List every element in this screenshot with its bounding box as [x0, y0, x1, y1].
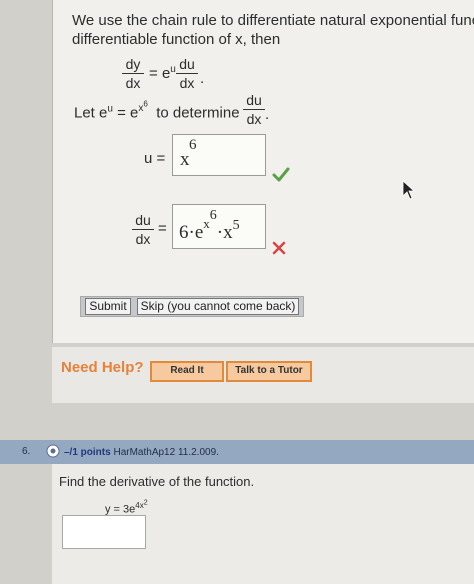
dudx-e-sup-6: 6: [209, 208, 217, 223]
dudx-answer-expression: 6·ex6·x5: [179, 208, 240, 244]
check-icon: [272, 167, 290, 182]
question-6-number: 6.: [22, 446, 31, 457]
formula-e-power: u: [170, 64, 176, 75]
let-text-c: to determine: [156, 104, 240, 122]
let-sup-6: 6: [143, 100, 148, 109]
function-lhs: y = 3e: [105, 503, 136, 516]
let-statement: Let eu = ex6 to determine: [74, 100, 240, 121]
fraction-bar: [243, 109, 265, 110]
fraction-bar: [176, 73, 198, 74]
let-period: .: [265, 106, 270, 123]
dudx-x: x: [223, 222, 233, 243]
formula-dy: dy: [125, 56, 141, 72]
question-6-answer-field[interactable]: [62, 515, 146, 549]
intro-line-2: differentiable function of x, then: [72, 29, 280, 51]
dudx-x-exp: 5: [232, 218, 240, 233]
intro-line-2-text: differentiable function of x, then: [72, 31, 281, 48]
dudx-fraction: du dx: [132, 212, 154, 247]
points-label: –/1 points: [64, 447, 111, 458]
formula-dy-dx: dy dx: [122, 56, 144, 91]
toggle-circle-icon[interactable]: [46, 444, 60, 458]
dudx-du: du: [135, 212, 151, 228]
submit-button[interactable]: Submit: [85, 298, 131, 315]
formula-period: .: [200, 70, 205, 87]
u-label: u =: [144, 150, 166, 167]
let-du: du: [246, 92, 262, 108]
dudx-e-sup-x: x: [203, 216, 210, 231]
u-answer-field[interactable]: x 6: [172, 134, 266, 176]
function-exp-sq: 2: [143, 499, 148, 506]
let-dx: dx: [246, 111, 262, 127]
need-help-label: Need Help?: [61, 359, 144, 376]
problem-ref[interactable]: HarMathAp12 11.2.009.: [113, 447, 218, 458]
formula-dx: dx: [125, 75, 141, 91]
let-text-a: Let e: [74, 104, 108, 122]
formula-du: du: [179, 56, 195, 72]
read-it-button[interactable]: Read It: [150, 361, 224, 382]
question-6-meta: –/1 points HarMathAp12 11.2.009.: [64, 447, 219, 458]
dudx-coef: 6: [179, 222, 189, 243]
formula-dx2: dx: [179, 75, 195, 91]
mouse-cursor-icon: [402, 180, 416, 200]
formula-equals: =: [149, 65, 158, 82]
dudx-answer-field[interactable]: 6·ex6·x5: [172, 204, 266, 249]
let-text-b: = e: [117, 104, 139, 122]
formula-du-dx: du dx: [176, 56, 198, 91]
function-exp: 4x: [135, 500, 144, 510]
let-sup-u: u: [107, 103, 113, 115]
fraction-bar: [122, 73, 144, 74]
dudx-e: e: [194, 222, 204, 243]
question-6-function: y = 3e4x2: [105, 499, 148, 515]
u-answer-exp: 6: [189, 137, 197, 153]
dudx-dx: dx: [135, 231, 151, 247]
dudx-equals: =: [158, 220, 167, 237]
formula-equals-e: = eu: [149, 64, 176, 82]
question-6-prompt: Find the derivative of the function.: [59, 474, 255, 489]
cross-icon: [272, 241, 286, 255]
fraction-bar: [132, 229, 154, 230]
skip-button[interactable]: Skip (you cannot come back): [137, 298, 299, 315]
let-du-dx: du dx: [243, 92, 265, 127]
talk-to-tutor-button[interactable]: Talk to a Tutor: [226, 361, 312, 382]
